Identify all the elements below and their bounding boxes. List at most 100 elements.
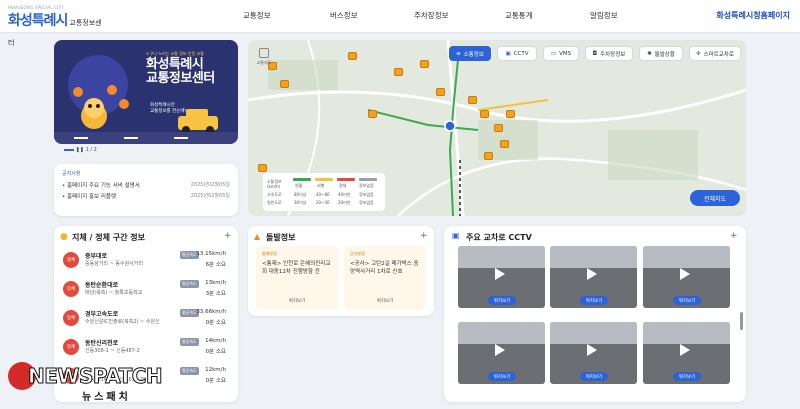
road-name: 동탄신리천로 bbox=[85, 340, 119, 347]
legend-val: 20미만 bbox=[338, 200, 351, 205]
notice-tag: 공지사항 bbox=[62, 171, 81, 177]
map-marker-icon[interactable] bbox=[258, 164, 267, 172]
cctv-locate-button[interactable]: 위치보기 bbox=[488, 372, 516, 381]
notice-item[interactable]: • 홈페이지 홍보 리플렛 2025년02월05일 bbox=[62, 192, 234, 200]
map-btn-incident[interactable]: ✺ 돌발상황 bbox=[639, 46, 683, 61]
play-icon[interactable] bbox=[680, 344, 690, 356]
accident-badge: 통제발생 bbox=[262, 251, 277, 256]
legend-val: 정보없음 bbox=[359, 200, 374, 205]
map-btn-traffic[interactable]: ≡ 소통정보 bbox=[449, 46, 491, 61]
cctv-thumbnail[interactable]: 위치보기 bbox=[550, 322, 637, 384]
road-name: 경부고속도로 bbox=[85, 311, 119, 318]
pager-dot-active bbox=[64, 148, 74, 151]
menu-parking-info[interactable]: 주차장정보 bbox=[414, 10, 449, 21]
play-icon[interactable] bbox=[495, 268, 505, 280]
avg-speed-label: 평균속도 bbox=[180, 280, 199, 288]
accident-badge: 공사발생 bbox=[350, 251, 365, 256]
menu-traffic-info[interactable]: 교통정보 bbox=[243, 10, 271, 21]
map-marker-icon[interactable] bbox=[506, 110, 515, 118]
map-marker-icon[interactable] bbox=[394, 68, 403, 76]
congestion-row[interactable]: 정체 경부고속도로 수원신갈IC진출로(북측2) ~ 수원신 평균속도 33.6… bbox=[60, 308, 232, 330]
congestion-title: 지체 / 정체 구간 정보 bbox=[72, 233, 145, 242]
banner-title-line2: 교통정보센터 bbox=[146, 71, 215, 86]
pager-count: 1 / 2 bbox=[85, 147, 97, 153]
notice-date: 2025년02월05일 bbox=[190, 182, 230, 188]
legend-row-name: 고속도로 bbox=[267, 192, 282, 197]
plus-icon[interactable]: + bbox=[730, 231, 738, 241]
plus-icon[interactable]: + bbox=[420, 231, 428, 241]
map-btn-parking[interactable]: ◘ 주차장정보 bbox=[585, 46, 633, 61]
legend-val: 정보없음 bbox=[359, 192, 374, 197]
cctv-thumbnail[interactable]: 위치보기 bbox=[643, 322, 730, 384]
plus-icon[interactable]: + bbox=[224, 231, 232, 241]
status-badge: 정체 bbox=[63, 310, 79, 326]
cctv-sky bbox=[643, 246, 730, 268]
map-marker-icon[interactable] bbox=[468, 96, 477, 104]
cctv-sky bbox=[550, 246, 637, 268]
cctv-locate-button[interactable]: 위치보기 bbox=[673, 296, 701, 305]
avg-speed-label: 평균속도 bbox=[180, 338, 199, 346]
legend-val: 80이상 bbox=[294, 192, 307, 197]
map-marker-icon[interactable] bbox=[420, 60, 429, 68]
map-marker-icon[interactable] bbox=[436, 88, 445, 96]
map-marker-icon[interactable] bbox=[280, 80, 289, 88]
map-btn-smart-crossing[interactable]: ✢ 스마트교차로 bbox=[689, 46, 741, 61]
map-side-control[interactable]: 교통지도 bbox=[254, 48, 274, 66]
cctv-locate-button[interactable]: 위치보기 bbox=[488, 296, 516, 305]
cctv-locate-button[interactable]: 위치보기 bbox=[580, 296, 608, 305]
menu-bus-info[interactable]: 버스정보 bbox=[330, 10, 358, 21]
cctv-thumbnail[interactable]: 위치보기 bbox=[550, 246, 637, 308]
map-btn-vms[interactable]: ▭ VMS bbox=[543, 46, 579, 61]
locate-link[interactable]: 위치보기 bbox=[256, 298, 338, 304]
play-icon[interactable] bbox=[587, 268, 597, 280]
play-icon[interactable] bbox=[587, 344, 597, 356]
status-badge: 정체 bbox=[63, 339, 79, 355]
notice-date: 2025년02월05일 bbox=[190, 193, 230, 199]
cctv-locate-button[interactable]: 위치보기 bbox=[580, 372, 608, 381]
speed-value: 13km/h bbox=[205, 280, 226, 286]
map-marker-icon[interactable] bbox=[484, 152, 493, 160]
congestion-row[interactable]: 정체 동탄순환대로 태남(북측) ~ 청록초등학교 평균속도 13km/h 3분… bbox=[60, 279, 232, 301]
play-icon[interactable] bbox=[495, 344, 505, 356]
notice-item[interactable]: • 홈페이지 주요 기능 서비 설명서 2025년02월05일 bbox=[62, 181, 234, 189]
status-badge: 정체 bbox=[63, 281, 79, 297]
map-marker-icon[interactable] bbox=[494, 124, 503, 132]
cctv-locate-button[interactable]: 위치보기 bbox=[673, 372, 701, 381]
map-marker-icon[interactable] bbox=[348, 52, 357, 60]
city-homepage-link[interactable]: 화성특례시청홈페이지 bbox=[716, 10, 790, 21]
cctv-thumbnail[interactable]: 위치보기 bbox=[643, 246, 730, 308]
congestion-row[interactable]: 정체 중부대로 중동삼거리 ~ 동수원사거리 평균속도 13.15km/h 6분… bbox=[60, 250, 232, 272]
notice-title: 홈페이지 홍보 리플렛 bbox=[67, 194, 117, 200]
pager-pause-icon[interactable]: ❚❚ bbox=[76, 147, 84, 153]
watermark-brand: NEWSPATCH bbox=[27, 364, 163, 389]
hero-banner[interactable]: 누구나 누리는 교통 정보 안전 교통 화성특례시 교통정보센터 화성특례시만 … bbox=[54, 40, 238, 144]
play-icon[interactable] bbox=[680, 268, 690, 280]
car-icon: ◘ bbox=[592, 50, 598, 57]
menu-traffic-stats[interactable]: 교통통계 bbox=[505, 10, 533, 21]
accident-text: <공사> 고탄2길 메가박스 중앙역사거리 1차로 신호 bbox=[350, 261, 419, 275]
menu-notice-info[interactable]: 알림정보 bbox=[590, 10, 618, 21]
locate-link[interactable]: 위치보기 bbox=[344, 298, 426, 304]
map-btn-label: CCTV bbox=[513, 50, 529, 57]
cctv-thumbnail[interactable]: 위치보기 bbox=[458, 322, 545, 384]
cctv-thumbnail[interactable]: 위치보기 bbox=[458, 246, 545, 308]
cctv-scrollbar[interactable] bbox=[740, 312, 743, 330]
map-btn-label: 주차장정보 bbox=[600, 51, 626, 58]
legend-col: 서행 bbox=[317, 183, 325, 188]
accident-title: 돌발정보 bbox=[266, 233, 296, 242]
map-btn-cctv[interactable]: ▣ CCTV bbox=[497, 46, 537, 61]
accident-item[interactable]: 통제발생 <통제> 인천로 은혜의진리교회 대동12차 진행방향 전 위치보기 bbox=[256, 246, 338, 310]
accident-item[interactable]: 공사발생 <공사> 고탄2길 메가박스 중앙역사거리 1차로 신호 위치보기 bbox=[344, 246, 426, 310]
full-map-button[interactable]: 전체지도 bbox=[690, 190, 740, 206]
speed-value: 13.15km/h bbox=[196, 251, 226, 257]
road-section: 중동삼거리 ~ 동수원사거리 bbox=[85, 261, 143, 267]
map-marker-icon[interactable] bbox=[480, 110, 489, 118]
map-marker-icon[interactable] bbox=[368, 110, 377, 118]
site-logo[interactable]: HWASEONG SPECIAL CITY 화성특례시 교통정보센터 bbox=[8, 5, 108, 47]
map-marker-icon[interactable] bbox=[500, 140, 509, 148]
logo-title: 화성특례시 bbox=[8, 13, 68, 29]
banner-pager[interactable]: ❚❚ 1 / 2 bbox=[64, 147, 97, 153]
watermark: NEWSPATCH 뉴스패치 bbox=[6, 358, 226, 408]
congestion-row[interactable]: 정체 동탄신리천로 신동308-1 ~ 신동487-2 평균속도 14km/h … bbox=[60, 337, 232, 359]
map-btn-label: 스마트교차로 bbox=[703, 51, 734, 58]
